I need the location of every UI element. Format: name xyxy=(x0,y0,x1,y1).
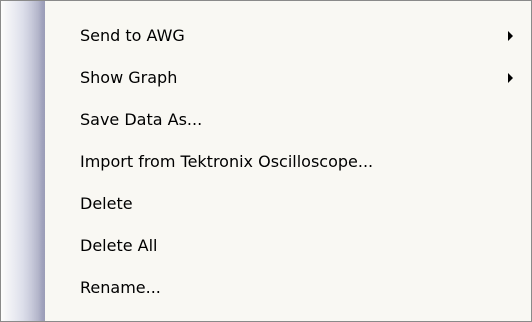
menu-item-show-graph[interactable]: Show Graph xyxy=(1,57,531,99)
submenu-arrow-icon xyxy=(508,73,513,83)
menu-item-rename[interactable]: Rename... xyxy=(1,267,531,309)
submenu-arrow-icon xyxy=(508,31,513,41)
menu-item-send-to-awg[interactable]: Send to AWG xyxy=(1,15,531,57)
menu-item-label: Save Data As... xyxy=(80,110,203,129)
menu-item-label: Rename... xyxy=(80,278,161,297)
menu-item-label: Import from Tektronix Oscilloscope... xyxy=(80,152,374,171)
menu-item-import-from-oscilloscope[interactable]: Import from Tektronix Oscilloscope... xyxy=(1,141,531,183)
menu-item-delete-all[interactable]: Delete All xyxy=(1,225,531,267)
menu-item-label: Delete All xyxy=(80,236,158,255)
menu-item-label: Delete xyxy=(80,194,133,213)
menu-item-label: Show Graph xyxy=(80,68,178,87)
menu-item-label: Send to AWG xyxy=(80,26,185,45)
menu-item-save-data-as[interactable]: Save Data As... xyxy=(1,99,531,141)
context-menu: Send to AWG Show Graph Save Data As... I… xyxy=(0,0,532,322)
menu-items-list: Send to AWG Show Graph Save Data As... I… xyxy=(1,15,531,309)
menu-item-delete[interactable]: Delete xyxy=(1,183,531,225)
